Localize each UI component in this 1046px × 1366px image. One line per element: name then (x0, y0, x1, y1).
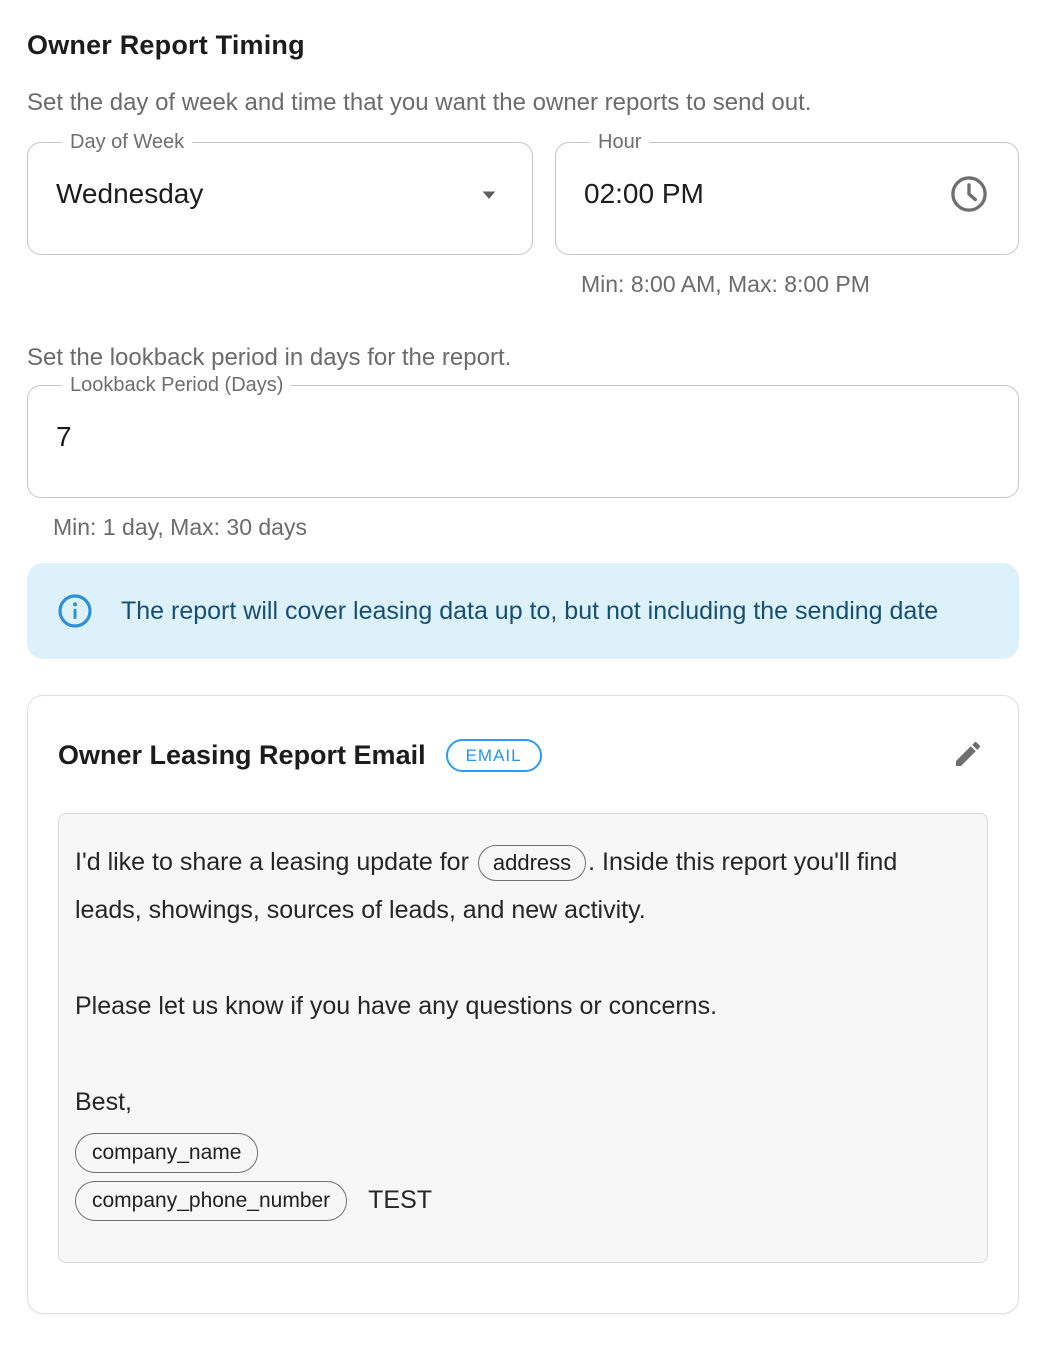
hour-label: Hour (590, 131, 649, 154)
company-phone-line: company_phone_number TEST (75, 1176, 971, 1224)
email-card-header: Owner Leasing Report Email EMAIL (58, 734, 988, 777)
trailing-test-text: TEST (368, 1186, 432, 1214)
email-type-badge: EMAIL (446, 739, 542, 772)
clock-icon[interactable] (948, 173, 990, 215)
info-banner: The report will cover leasing data up to… (27, 563, 1019, 659)
day-of-week-select[interactable]: Day of Week Wednesday (27, 131, 533, 255)
lookback-description: Set the lookback period in days for the … (27, 344, 1019, 372)
email-card-title: Owner Leasing Report Email (58, 740, 426, 771)
pencil-icon (952, 738, 984, 773)
lookback-helper-text: Min: 1 day, Max: 30 days (53, 514, 1019, 541)
owner-report-timing-page: Owner Report Timing Set the day of week … (0, 0, 1046, 1354)
edit-email-button[interactable] (948, 734, 988, 777)
chevron-down-icon[interactable] (474, 179, 504, 209)
intro-text-before-chip: I'd like to share a leasing update for (75, 848, 476, 876)
email-paragraph-questions: Please let us know if you have any quest… (75, 982, 955, 1030)
day-of-week-value: Wednesday (56, 178, 203, 210)
owner-leasing-report-email-card: Owner Leasing Report Email EMAIL I'd lik… (27, 695, 1019, 1314)
timing-fields-row: Day of Week Wednesday Hour 02:00 PM (27, 131, 1019, 298)
info-icon (57, 593, 93, 629)
hour-input[interactable]: Hour 02:00 PM (555, 131, 1019, 255)
timing-description: Set the day of week and time that you wa… (27, 89, 1019, 117)
hour-field-column: Hour 02:00 PM Min: 8:00 AM, Max: 8:00 PM (555, 131, 1019, 298)
day-of-week-label: Day of Week (62, 131, 192, 154)
email-body-preview: I'd like to share a leasing update for a… (58, 813, 988, 1263)
email-paragraph-intro: I'd like to share a leasing update for a… (75, 838, 955, 934)
company-phone-merge-chip[interactable]: company_phone_number (75, 1181, 347, 1221)
lookback-period-input[interactable]: Lookback Period (Days) 7 (27, 374, 1019, 498)
info-banner-text: The report will cover leasing data up to… (121, 591, 938, 631)
company-name-merge-chip[interactable]: company_name (75, 1133, 258, 1173)
hour-helper-text: Min: 8:00 AM, Max: 8:00 PM (581, 271, 1019, 298)
page-title: Owner Report Timing (27, 30, 1019, 61)
email-signoff: Best, (75, 1078, 955, 1126)
address-merge-chip[interactable]: address (478, 845, 586, 881)
lookback-period-label: Lookback Period (Days) (62, 374, 291, 397)
hour-value: 02:00 PM (584, 178, 704, 210)
company-name-line: company_name (75, 1128, 971, 1176)
lookback-period-value: 7 (56, 421, 72, 453)
